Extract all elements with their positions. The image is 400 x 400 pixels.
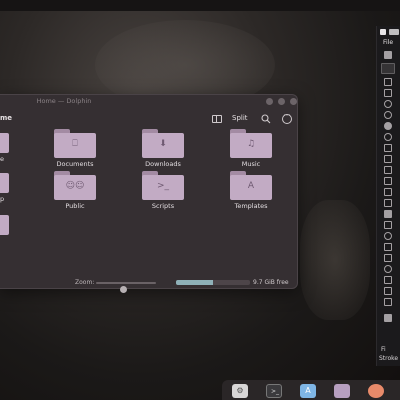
app-store-icon[interactable]: A [300, 384, 316, 398]
gradient-tool-icon[interactable] [384, 188, 392, 196]
hamburger-menu-icon[interactable] [282, 111, 292, 124]
window-title: Home — Dolphin [36, 97, 92, 105]
paint-bucket-icon[interactable] [384, 254, 392, 262]
folder-icon: >_ [142, 171, 184, 200]
folder-templates[interactable]: A Templates [221, 171, 281, 221]
folder-partial-2[interactable] [0, 173, 9, 193]
mesh-tool-icon[interactable] [384, 210, 392, 218]
pen-tool-icon[interactable] [384, 144, 392, 152]
breadcrumb[interactable]: me [0, 114, 12, 122]
settings-icon[interactable]: ⚙ [232, 384, 248, 398]
folder-label: Templates [234, 202, 268, 210]
top-panel [0, 0, 400, 11]
ellipse-tool-icon[interactable] [384, 100, 392, 108]
page-tool-icon[interactable] [384, 298, 392, 306]
folder-icon: ♫ [230, 129, 272, 158]
search-icon[interactable] [261, 114, 271, 124]
free-space-fill [176, 280, 213, 285]
eraser-tool-icon[interactable] [384, 243, 392, 251]
spiral-tool-icon[interactable] [384, 133, 392, 141]
file-manager-icon[interactable] [334, 384, 350, 398]
folder-partial-2-label: p [0, 195, 5, 203]
node-tool-icon[interactable] [384, 78, 392, 86]
folder-partial-3[interactable] [0, 215, 9, 235]
text-tool-icon[interactable] [384, 177, 392, 185]
zoom-slider[interactable] [96, 282, 156, 293]
dropper-tool-icon[interactable] [384, 199, 392, 207]
terminal-icon[interactable]: >_ [266, 384, 282, 398]
dolphin-window: Home — Dolphin me Split e p ⎕ Documents … [0, 94, 298, 293]
lpe-tool-icon[interactable] [384, 287, 392, 295]
dock: ⚙ >_ A [222, 380, 400, 400]
minimize-button[interactable] [266, 98, 273, 105]
folder-icon: ⎕ [54, 129, 96, 158]
rectangle-tool-icon[interactable] [384, 89, 392, 97]
grid-tool-icon[interactable] [384, 51, 392, 59]
template-icon: A [247, 181, 255, 191]
close-button[interactable] [290, 98, 297, 105]
maximize-button[interactable] [278, 98, 285, 105]
app-tab[interactable] [380, 29, 386, 35]
spray-tool-icon[interactable] [384, 232, 392, 240]
titlebar[interactable]: Home — Dolphin [0, 95, 298, 109]
folder-scripts[interactable]: >_ Scripts [133, 171, 193, 221]
zoom-label: Zoom: [75, 279, 95, 286]
zoom-slider-handle[interactable] [119, 286, 127, 293]
free-space-label: 9.7 GiB free [253, 279, 289, 286]
free-space-bar [176, 280, 250, 285]
star-tool-icon[interactable] [384, 122, 392, 130]
folder-icon: A [230, 171, 272, 200]
folder-label: Documents [56, 160, 94, 168]
terminal-icon: >_ [156, 181, 170, 191]
connector-tool-icon[interactable] [384, 265, 392, 273]
browser-icon[interactable] [368, 384, 384, 398]
app-tab[interactable] [389, 29, 399, 35]
people-icon: ☺☺ [65, 181, 85, 191]
zoom-tool-icon[interactable] [384, 111, 392, 119]
toolbar: me Split [0, 109, 298, 129]
color-swatch-icon[interactable] [384, 314, 392, 322]
download-icon: ⬇ [159, 139, 167, 149]
split-view-icon[interactable] [212, 115, 222, 123]
menu-file[interactable]: File [383, 39, 393, 46]
folder-icon: ⬇ [142, 129, 184, 158]
folder-label: Music [241, 160, 261, 168]
tweak-tool-icon[interactable] [384, 221, 392, 229]
status-bar: Zoom: 9.7 GiB free [0, 275, 298, 293]
folder-public[interactable]: ☺☺ Public [45, 171, 105, 221]
fill-label: Fi [381, 346, 386, 353]
folder-label: Public [65, 202, 85, 210]
drawing-app-panel: File Fi Stroke [376, 26, 400, 366]
folder-label: Downloads [145, 160, 181, 168]
folder-partial-1[interactable] [0, 133, 9, 153]
folder-partial-1-label: e [0, 155, 4, 163]
split-button[interactable]: Split [232, 114, 248, 122]
pencil-tool-icon[interactable] [384, 155, 392, 163]
music-icon: ♫ [246, 139, 256, 149]
measure-tool-icon[interactable] [384, 276, 392, 284]
select-tool-icon[interactable] [381, 63, 395, 74]
document-icon: ⎕ [72, 139, 78, 149]
folder-icon: ☺☺ [54, 171, 96, 200]
calligraphy-tool-icon[interactable] [384, 166, 392, 174]
stroke-label: Stroke [379, 355, 399, 362]
wallpaper-rock-lit [300, 200, 370, 320]
folder-label: Scripts [151, 202, 175, 210]
